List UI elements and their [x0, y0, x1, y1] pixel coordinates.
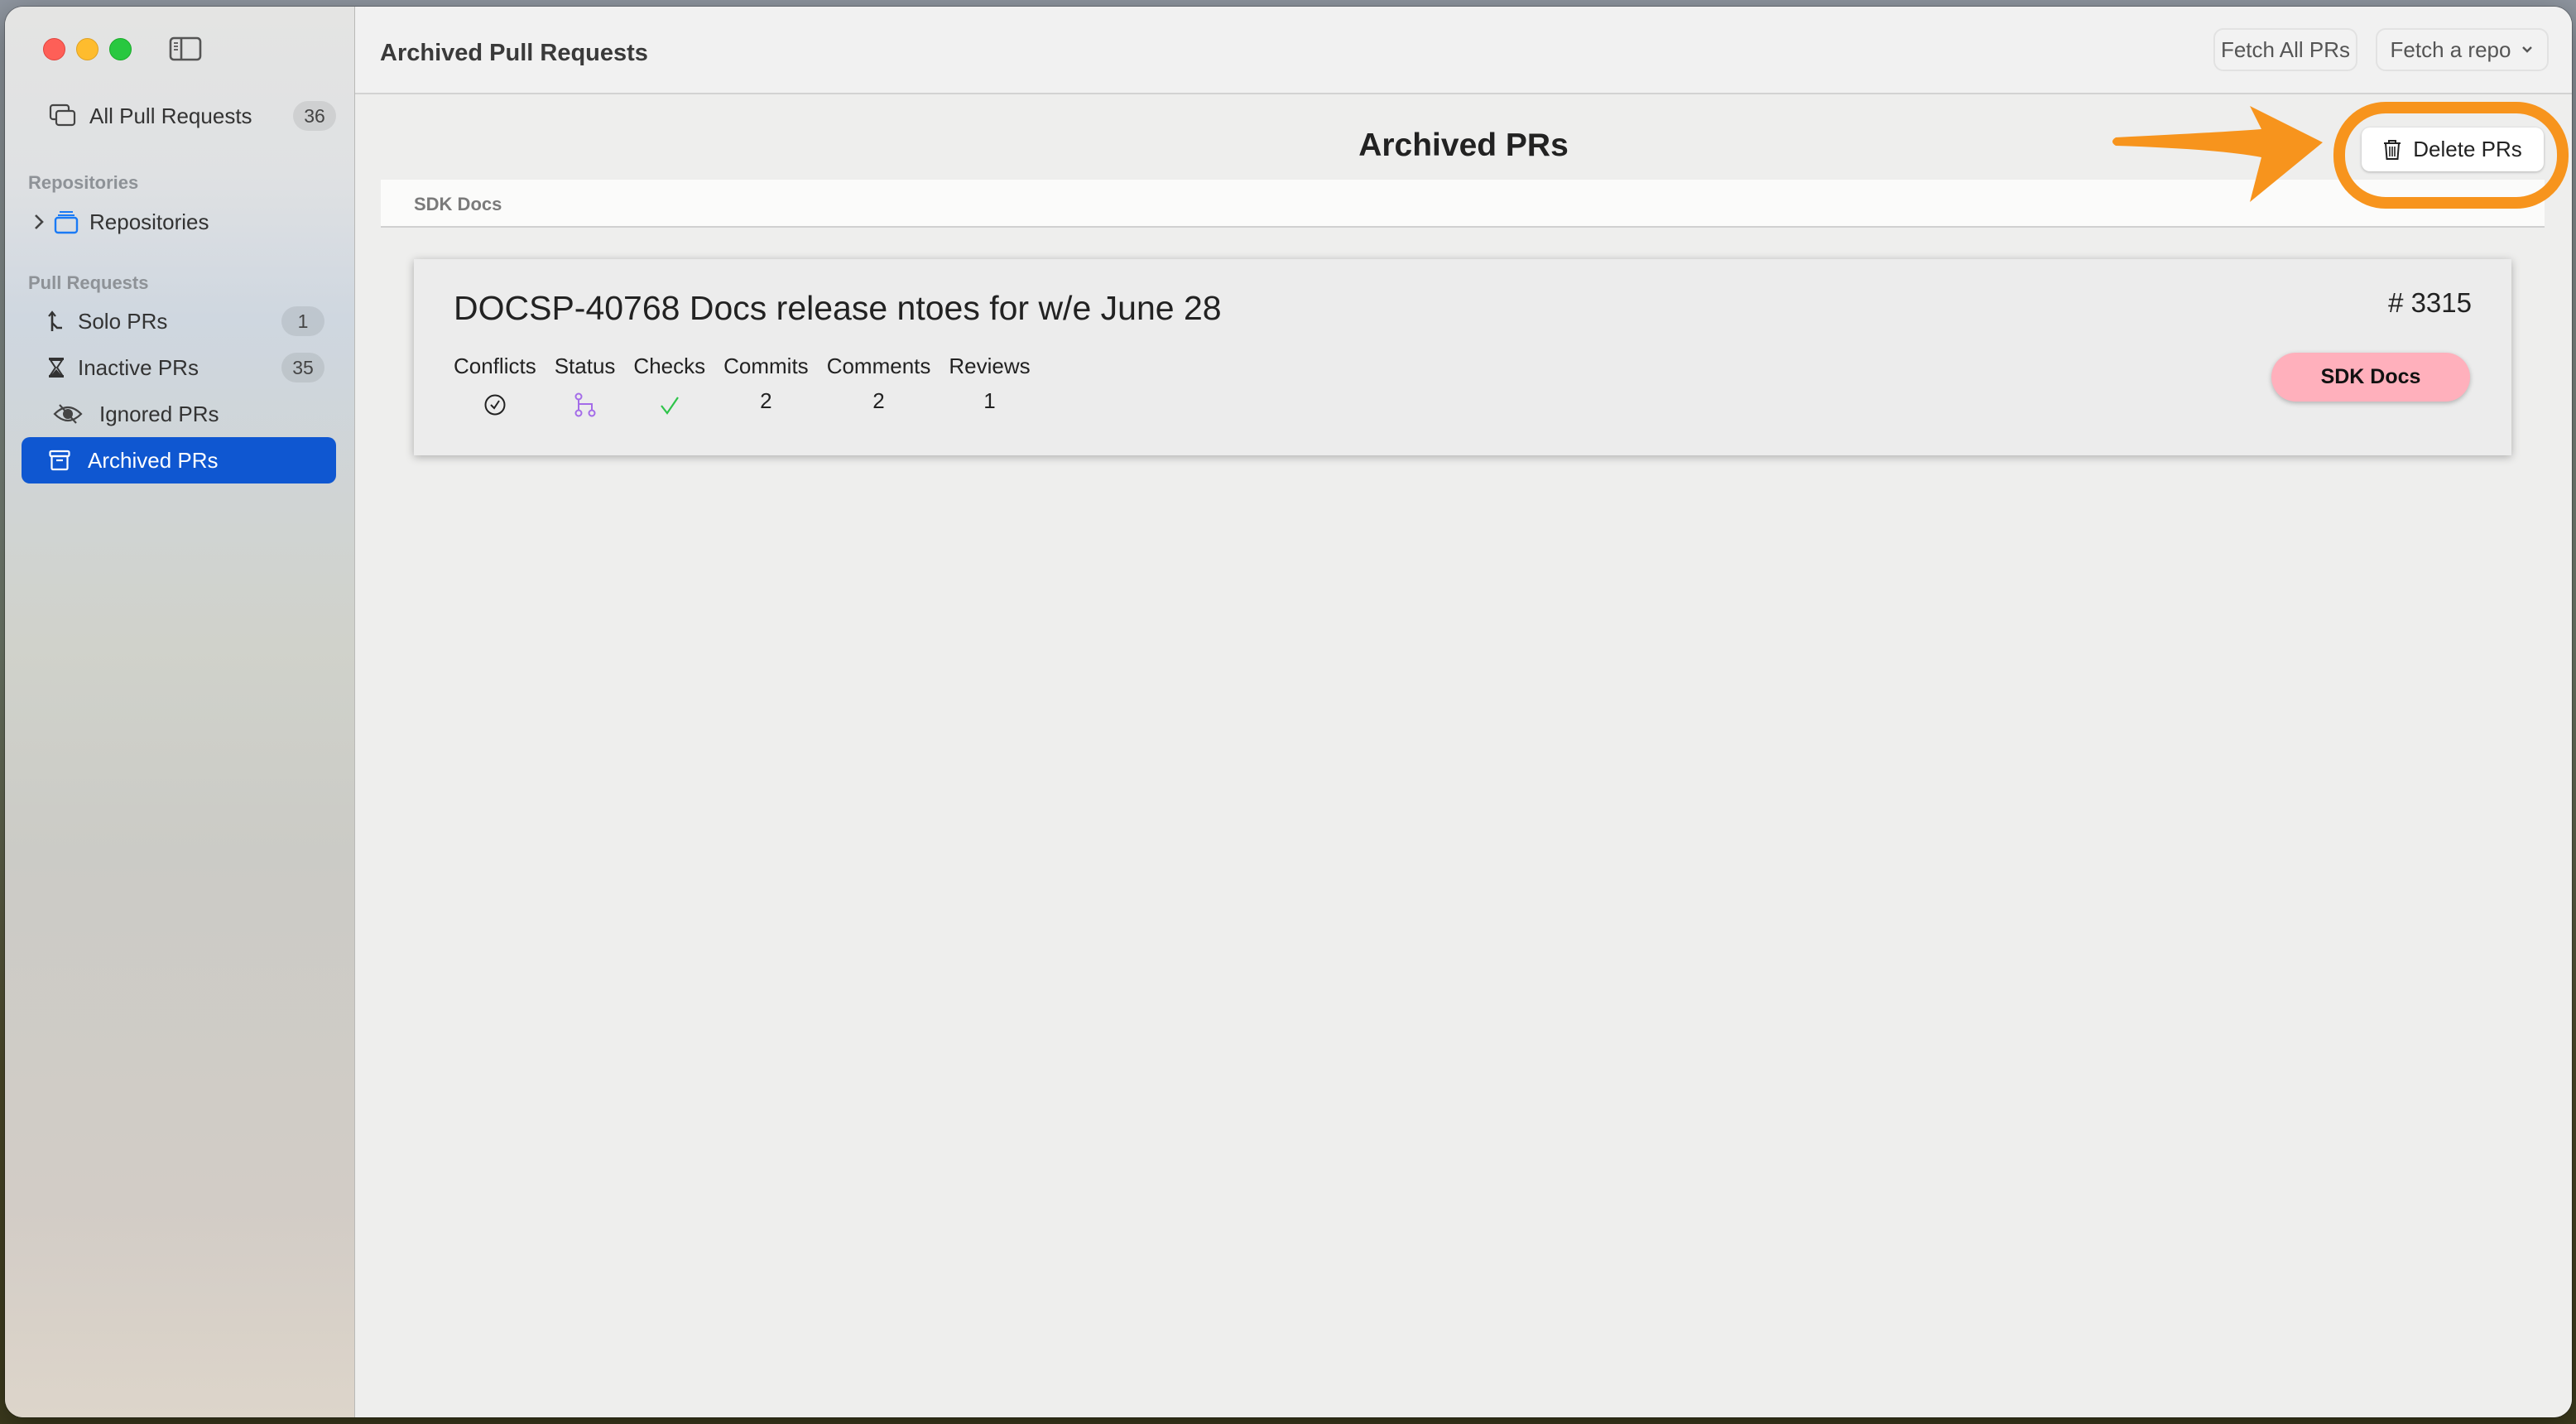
pr-metrics: Conflicts Status Checks Commits 2 Commen…	[454, 354, 1031, 421]
metric-label: Conflicts	[454, 354, 536, 378]
metric-label: Checks	[633, 354, 706, 378]
delete-prs-button[interactable]: Delete PRs	[2362, 127, 2544, 171]
metric-label: Reviews	[949, 354, 1031, 378]
sidebar-item-all-pull-requests[interactable]: All Pull Requests 36	[22, 93, 336, 139]
metric-value: 1	[983, 388, 996, 413]
count-badge: 1	[281, 306, 324, 336]
section-label-pull-requests: Pull Requests	[28, 272, 149, 293]
sidebar-item-ignored-prs[interactable]: Ignored PRs	[22, 391, 336, 437]
sidebar-item-inactive-prs[interactable]: Inactive PRs 35	[22, 344, 336, 391]
sidebar-item-solo-prs[interactable]: Solo PRs 1	[22, 298, 336, 344]
count-badge: 36	[293, 101, 336, 131]
metric-conflicts: Conflicts	[454, 354, 536, 421]
walking-figure-icon	[40, 310, 73, 333]
toolbar: Archived Pull Requests Fetch All PRs Fet…	[355, 7, 2572, 94]
app-window: All Pull Requests 36 Repositories Reposi…	[5, 7, 2572, 1417]
sidebar-item-label: Inactive PRs	[78, 354, 199, 380]
pr-title[interactable]: DOCSP-40768 Docs release ntoes for w/e J…	[454, 289, 1222, 328]
main-content: Archived PRs Delete PRs SDK Docs DOCSP-4…	[355, 94, 2572, 1417]
group-header: SDK Docs	[381, 180, 2545, 228]
metric-value: 2	[872, 388, 885, 413]
close-window-button[interactable]	[43, 38, 65, 60]
zoom-window-button[interactable]	[109, 38, 132, 60]
archive-box-icon	[43, 450, 76, 471]
metric-reviews: Reviews 1	[949, 354, 1030, 421]
sidebar-item-archived-prs[interactable]: Archived PRs	[22, 437, 336, 483]
hourglass-icon	[40, 357, 73, 378]
pr-card[interactable]: DOCSP-40768 Docs release ntoes for w/e J…	[414, 259, 2511, 455]
sidebar-item-label: Solo PRs	[78, 308, 168, 334]
sidebar-item-label: All Pull Requests	[89, 103, 252, 128]
metric-comments: Comments 2	[827, 354, 931, 421]
sidebar-item-repositories[interactable]: Repositories	[22, 199, 336, 245]
sidebar-item-label: Archived PRs	[88, 447, 219, 473]
fetch-all-prs-button[interactable]: Fetch All PRs	[2213, 28, 2357, 71]
page-title: Archived PRs	[1358, 127, 1569, 163]
group-title: SDK Docs	[414, 194, 502, 214]
delete-prs-label: Delete PRs	[2413, 137, 2522, 161]
metric-value: 2	[760, 388, 772, 413]
merge-branch-icon	[573, 388, 598, 421]
sidebar-toggle-icon[interactable]	[169, 36, 202, 61]
section-label-repositories: Repositories	[28, 172, 139, 193]
metric-status: Status	[554, 354, 616, 421]
sidebar: All Pull Requests 36 Repositories Reposi…	[5, 7, 355, 1417]
pr-number: # 3315	[2388, 287, 2472, 318]
stacked-windows-icon	[46, 103, 79, 128]
fetch-repo-label: Fetch a repo	[2390, 36, 2511, 62]
checkmark-circle-icon	[483, 388, 507, 421]
minimize-window-button[interactable]	[76, 38, 99, 60]
metric-label: Commits	[723, 354, 809, 378]
checkmark-icon	[659, 388, 680, 421]
trash-icon	[2384, 139, 2401, 160]
metric-checks: Checks	[633, 354, 705, 421]
fetch-repo-dropdown[interactable]: Fetch a repo	[2376, 28, 2549, 71]
window-title: Archived Pull Requests	[380, 40, 648, 66]
eye-slash-icon	[51, 403, 84, 425]
chevron-down-icon	[2522, 46, 2533, 53]
chevron-right-icon[interactable]	[33, 213, 50, 231]
sidebar-item-label: Repositories	[89, 209, 209, 234]
metric-commits: Commits 2	[723, 354, 809, 421]
sidebar-item-label: Ignored PRs	[99, 401, 219, 426]
metric-label: Comments	[826, 354, 931, 378]
folder-stack-icon	[50, 209, 83, 234]
count-badge: 35	[281, 353, 324, 382]
metric-label: Status	[554, 354, 616, 378]
repo-badge: SDK Docs	[2271, 353, 2470, 402]
